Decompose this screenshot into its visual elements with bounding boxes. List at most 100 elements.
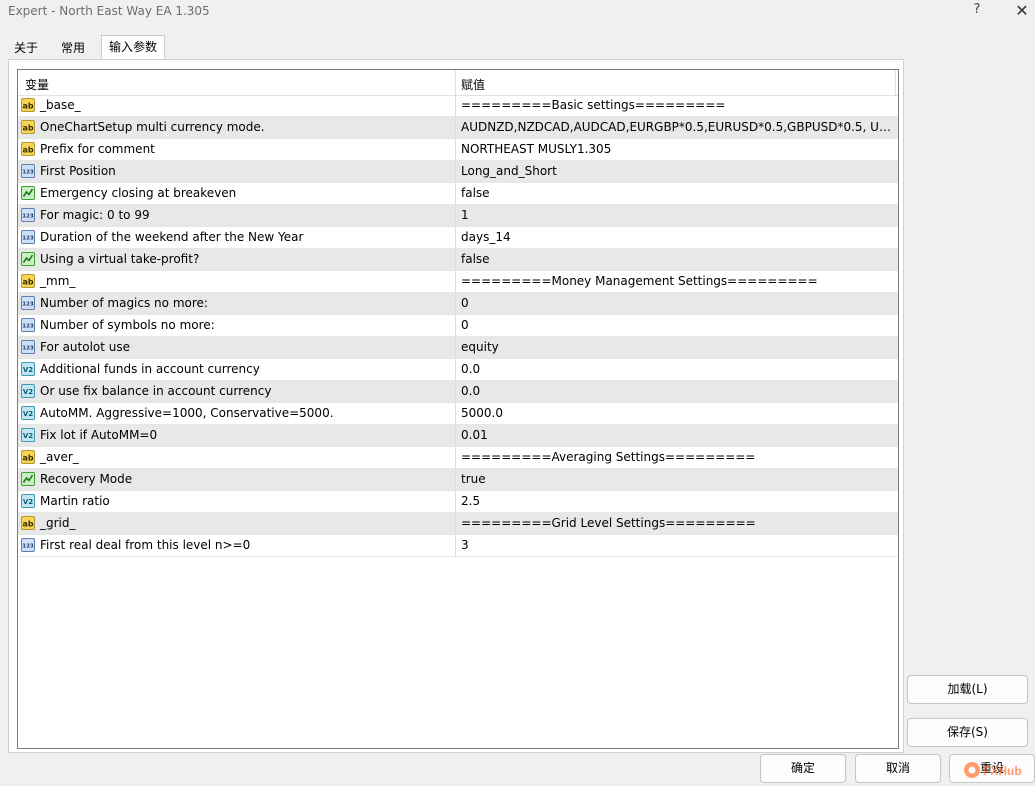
- svg-text:123: 123: [22, 324, 34, 330]
- parameter-value[interactable]: =========Basic settings=========: [461, 98, 893, 112]
- parameter-name: First real deal from this level n>=0: [40, 538, 251, 552]
- parameters-table: 变量 赋值 ab _base_ =========Basic settings===…: [17, 69, 899, 749]
- cell-divider: [455, 117, 456, 138]
- parameter-value[interactable]: Long_and_Short: [461, 164, 893, 178]
- parameter-name: Duration of the weekend after the New Ye…: [40, 230, 304, 244]
- svg-text:ab: ab: [22, 454, 33, 463]
- table-row[interactable]: V2 Or use fix balance in account currency…: [18, 381, 898, 403]
- cell-divider: [455, 95, 456, 116]
- integer-type-icon: 123: [21, 164, 35, 178]
- cancel-button[interactable]: 取消: [855, 754, 941, 783]
- integer-type-icon: 123: [21, 340, 35, 354]
- parameter-name: Recovery Mode: [40, 472, 133, 486]
- parameter-name: For magic: 0 to 99: [40, 208, 150, 222]
- parameter-value[interactable]: 0.0: [461, 362, 893, 376]
- table-row[interactable]: V2 AutoMM. Aggressive=1000, Conservative=…: [18, 403, 898, 425]
- cell-divider: [455, 403, 456, 424]
- ok-button[interactable]: 确定: [760, 754, 846, 783]
- table-row[interactable]: V2 Fix lot if AutoMM=0 0.01: [18, 425, 898, 447]
- svg-text:V2: V2: [23, 366, 33, 374]
- table-row[interactable]: ab _base_ =========Basic settings=========: [18, 95, 898, 117]
- parameter-name: Number of symbols no more:: [40, 318, 215, 332]
- parameter-name: Emergency closing at breakeven: [40, 186, 237, 200]
- table-row[interactable]: 123 Number of symbols no more: 0: [18, 315, 898, 337]
- integer-type-icon: 123: [21, 208, 35, 222]
- parameter-value[interactable]: 0.01: [461, 428, 893, 442]
- cell-divider: [455, 183, 456, 204]
- parameter-value[interactable]: false: [461, 252, 893, 266]
- boolean-type-icon: [21, 186, 35, 200]
- column-divider[interactable]: [455, 70, 456, 95]
- svg-text:123: 123: [22, 214, 34, 220]
- parameter-name: Prefix for comment: [40, 142, 155, 156]
- cell-divider: [455, 469, 456, 490]
- parameter-value[interactable]: =========Money Management Settings======…: [461, 274, 893, 288]
- table-row[interactable]: 123 First Position Long_and_Short: [18, 161, 898, 183]
- double-type-icon: V2: [21, 494, 35, 508]
- parameter-value[interactable]: 5000.0: [461, 406, 893, 420]
- integer-type-icon: 123: [21, 296, 35, 310]
- table-row[interactable]: ab _grid_ =========Grid Level Settings====…: [18, 513, 898, 535]
- table-row[interactable]: 123 For magic: 0 to 99 1: [18, 205, 898, 227]
- parameter-value[interactable]: 1: [461, 208, 893, 222]
- table-row[interactable]: Emergency closing at breakeven false: [18, 183, 898, 205]
- parameter-name: Or use fix balance in account currency: [40, 384, 272, 398]
- cell-divider: [455, 381, 456, 402]
- column-header-value[interactable]: 赋值: [461, 76, 485, 93]
- parameter-value[interactable]: true: [461, 472, 893, 486]
- table-row[interactable]: ab _mm_ =========Money Management Settings…: [18, 271, 898, 293]
- svg-text:123: 123: [22, 346, 34, 352]
- table-row[interactable]: ab OneChartSetup multi currency mode. AUDN…: [18, 117, 898, 139]
- table-row[interactable]: V2 Martin ratio 2.5: [18, 491, 898, 513]
- boolean-type-icon: [21, 472, 35, 486]
- parameter-value[interactable]: false: [461, 186, 893, 200]
- parameter-value[interactable]: equity: [461, 340, 893, 354]
- parameter-value[interactable]: 0: [461, 318, 893, 332]
- table-row[interactable]: 123 For autolot use equity: [18, 337, 898, 359]
- tab-about[interactable]: 关于: [6, 36, 46, 61]
- load-button[interactable]: 加载(L): [907, 675, 1028, 704]
- cell-divider: [455, 205, 456, 226]
- table-row[interactable]: 123 Duration of the weekend after the New…: [18, 227, 898, 249]
- help-button[interactable]: ?: [969, 2, 985, 20]
- string-type-icon: ab: [21, 142, 35, 156]
- cell-divider: [455, 535, 456, 556]
- parameter-value[interactable]: NORTHEAST MUSLY1.305: [461, 142, 893, 156]
- table-row[interactable]: ab Prefix for comment NORTHEAST MUSLY1.305: [18, 139, 898, 161]
- parameter-value[interactable]: 0.0: [461, 384, 893, 398]
- table-row[interactable]: 123 First real deal from this level n>=0 3: [18, 535, 898, 557]
- parameter-name: _mm_: [40, 274, 76, 288]
- table-body: ab _base_ =========Basic settings=========…: [18, 95, 898, 557]
- parameter-value[interactable]: 3: [461, 538, 893, 552]
- parameter-value[interactable]: =========Grid Level Settings=========: [461, 516, 893, 530]
- string-type-icon: ab: [21, 450, 35, 464]
- parameter-name: For autolot use: [40, 340, 131, 354]
- svg-text:V2: V2: [23, 498, 33, 506]
- column-header-variable[interactable]: 变量: [25, 76, 49, 93]
- parameter-value[interactable]: =========Averaging Settings=========: [461, 450, 893, 464]
- tab-inputs[interactable]: 输入参数: [101, 35, 166, 61]
- table-row[interactable]: Recovery Mode true: [18, 469, 898, 491]
- watermark-text: FXHub: [983, 764, 1022, 778]
- integer-type-icon: 123: [21, 230, 35, 244]
- svg-text:123: 123: [22, 170, 34, 176]
- parameter-value[interactable]: 2.5: [461, 494, 893, 508]
- table-row[interactable]: 123 Number of magics no more: 0: [18, 293, 898, 315]
- parameter-value[interactable]: AUDNZD,NZDCAD,AUDCAD,EURGBP*0.5,EURUSD*0…: [461, 120, 893, 134]
- tab-common[interactable]: 常用: [53, 36, 93, 61]
- cell-divider: [455, 491, 456, 512]
- cell-divider: [455, 227, 456, 248]
- parameter-name: _aver_: [40, 450, 79, 464]
- table-row[interactable]: ab _aver_ =========Averaging Settings=====…: [18, 447, 898, 469]
- table-row[interactable]: Using a virtual take-profit? false: [18, 249, 898, 271]
- parameter-value[interactable]: 0: [461, 296, 893, 310]
- svg-text:123: 123: [22, 544, 34, 550]
- cell-divider: [455, 139, 456, 160]
- close-button[interactable]: ✕: [1011, 0, 1033, 22]
- cell-divider: [455, 315, 456, 336]
- parameter-value[interactable]: days_14: [461, 230, 893, 244]
- save-button[interactable]: 保存(S): [907, 718, 1028, 747]
- watermark-logo: FXHub: [963, 760, 1029, 780]
- double-type-icon: V2: [21, 362, 35, 376]
- table-row[interactable]: V2 Additional funds in account currency 0.…: [18, 359, 898, 381]
